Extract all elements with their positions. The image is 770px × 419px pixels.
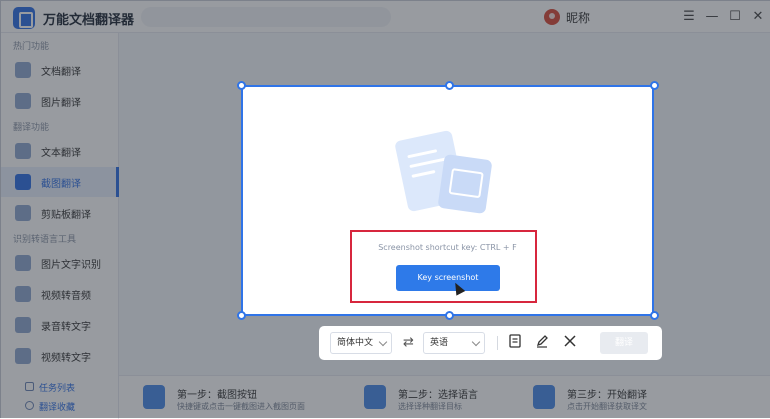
toolbar-divider <box>497 336 498 350</box>
target-language-value: 英语 <box>430 338 449 348</box>
resize-handle-bottom[interactable] <box>445 311 454 320</box>
screenshot-toolbar: 简体中文 ⇄ 英语 翻译 <box>319 326 662 360</box>
resize-handle-top-right[interactable] <box>650 81 659 90</box>
resize-handle-top[interactable] <box>445 81 454 90</box>
ocr-extract-icon[interactable] <box>507 334 523 350</box>
source-language-select[interactable]: 简体中文 <box>330 332 392 354</box>
target-language-select[interactable]: 英语 <box>423 332 485 354</box>
source-language-value: 简体中文 <box>337 338 374 348</box>
resize-handle-bottom-left[interactable] <box>237 311 246 320</box>
resize-handle-top-left[interactable] <box>237 81 246 90</box>
resize-handle-bottom-right[interactable] <box>650 311 659 320</box>
chevron-down-icon <box>471 337 481 347</box>
swap-languages-icon[interactable]: ⇄ <box>403 335 414 350</box>
translate-button[interactable]: 翻译 <box>600 332 648 354</box>
close-icon[interactable] <box>562 334 578 350</box>
image-illustration-icon <box>437 153 493 215</box>
chevron-down-icon <box>378 337 388 347</box>
pen-edit-icon[interactable] <box>534 334 550 350</box>
highlight-annotation-box <box>350 230 537 303</box>
